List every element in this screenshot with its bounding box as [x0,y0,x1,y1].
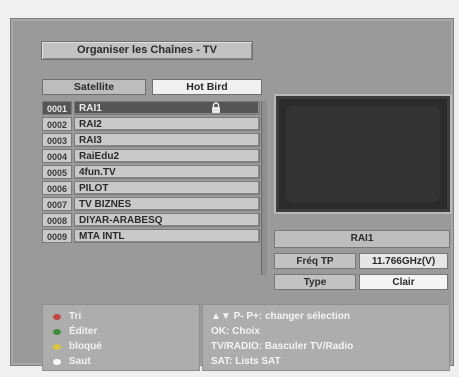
channel-name: RAI1 [74,101,260,115]
channel-name: RAI3 [74,133,260,147]
channel-list: 0001 RAI1 0002 RAI2 0003 RAI3 0004 RaiEd… [42,101,260,245]
legend-label: bloqué [69,341,102,352]
channel-number: 0004 [42,149,72,163]
video-preview [274,94,452,214]
lock-icon [212,102,220,113]
channel-number: 0009 [42,229,72,243]
legend-label: Éditer [69,326,98,337]
channel-name: MTA INTL [74,229,260,243]
legend-item-bloque: bloqué [53,341,102,352]
type-label: Type [274,274,356,290]
channel-row[interactable]: 0001 RAI1 [42,101,260,115]
screen: Organiser les Chaînes - TV Satellite Hot… [0,0,459,377]
channel-row[interactable]: 0006 PILOT [42,181,260,195]
channel-number: 0006 [42,181,72,195]
channel-list-scrollbar[interactable] [261,101,267,275]
yellow-dot-icon [53,343,61,350]
white-dot-icon [53,358,61,365]
help-panel: ▲▼ P- P+: changer sélection OK: Choix TV… [202,304,450,371]
tab-hot-bird[interactable]: Hot Bird [152,79,262,95]
channel-number: 0007 [42,197,72,211]
channel-row[interactable]: 0004 RaiEdu2 [42,149,260,163]
help-line: SAT: Lists SAT [211,356,281,367]
color-key-legend: Tri Éditer bloqué Saut [42,304,200,371]
frequency-value: 11.766GHz(V) [359,253,448,269]
channel-name: RaiEdu2 [74,149,260,163]
legend-item-editer: Éditer [53,326,97,337]
channel-row[interactable]: 0007 TV BIZNES [42,197,260,211]
channel-number: 0008 [42,213,72,227]
channel-name: PILOT [74,181,260,195]
legend-label: Tri [69,311,82,322]
channel-number: 0005 [42,165,72,179]
channel-row[interactable]: 0002 RAI2 [42,117,260,131]
channel-row[interactable]: 0005 4fun.TV [42,165,260,179]
legend-item-saut: Saut [53,356,91,367]
type-value: Clair [359,274,448,290]
frequency-row: Fréq TP 11.766GHz(V) [274,253,448,269]
tab-satellite[interactable]: Satellite [42,79,146,95]
channel-number: 0002 [42,117,72,131]
channel-row[interactable]: 0009 MTA INTL [42,229,260,243]
legend-label: Saut [69,356,91,367]
help-line: OK: Choix [211,326,260,337]
legend-item-tri: Tri [53,311,81,322]
frequency-label: Fréq TP [274,253,356,269]
video-preview-screen [286,106,440,202]
page-title: Organiser les Chaînes - TV [41,41,253,60]
help-line: ▲▼ P- P+: changer sélection [211,311,350,322]
channel-name: 4fun.TV [74,165,260,179]
channel-row[interactable]: 0008 DIYAR-ARABESQ [42,213,260,227]
red-dot-icon [53,313,61,320]
tv-osd-panel: Organiser les Chaînes - TV Satellite Hot… [10,18,454,371]
channel-name: RAI2 [74,117,260,131]
channel-name: DIYAR-ARABESQ [74,213,260,227]
selected-channel-name: RAI1 [274,230,450,248]
channel-number: 0001 [42,101,72,115]
channel-row[interactable]: 0003 RAI3 [42,133,260,147]
channel-number: 0003 [42,133,72,147]
type-row: Type Clair [274,274,448,290]
help-line: TV/RADIO: Basculer TV/Radio [211,341,354,352]
channel-name: TV BIZNES [74,197,260,211]
green-dot-icon [53,328,61,335]
